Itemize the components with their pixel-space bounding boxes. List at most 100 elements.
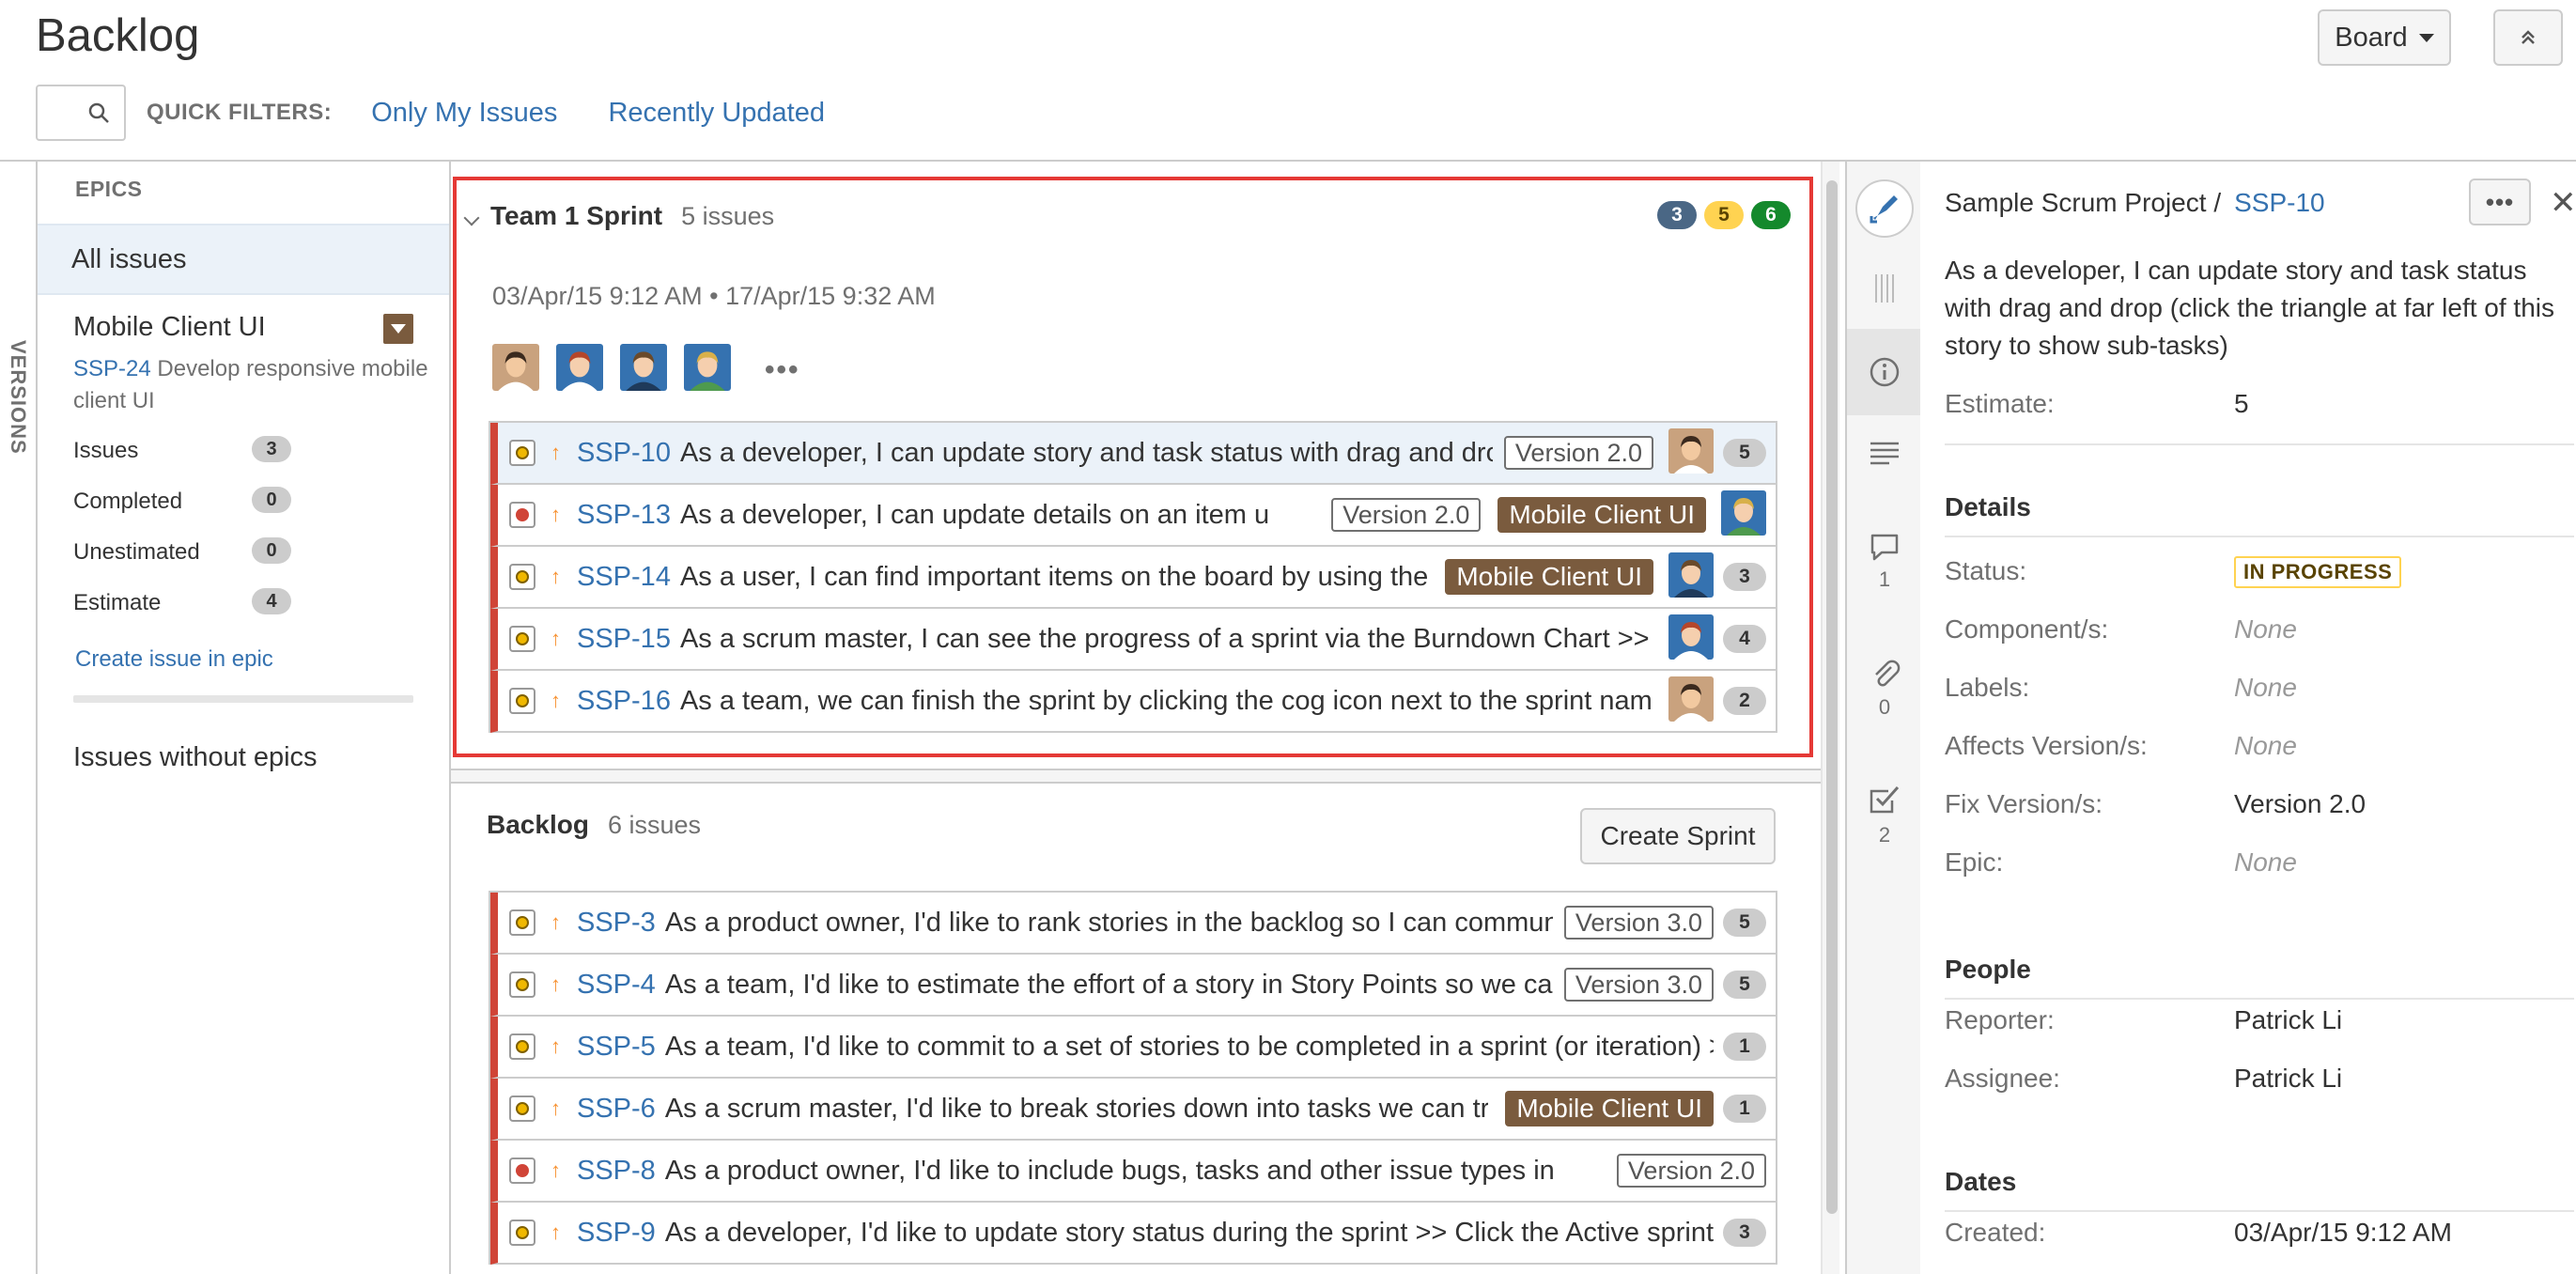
sprint-container: Team 1 Sprint 5 issues 3 5 6 03/Apr/15 9… [453, 177, 1813, 757]
estimate-value[interactable]: 5 [2234, 389, 2249, 419]
rail-comments-tab[interactable]: 1 [1847, 532, 1922, 592]
issue-row[interactable]: ↑ SSP-3 As a product owner, I'd like to ra… [490, 893, 1776, 955]
issue-row[interactable]: ↑ SSP-6 As a scrum master, I'd like to bre… [490, 1079, 1776, 1141]
issue-row[interactable]: ↑ SSP-4 As a team, I'd like to estimate th… [490, 955, 1776, 1017]
status-label: Status: [1945, 556, 2027, 585]
epic-value[interactable]: None [2234, 847, 2297, 878]
backlog-scrollbar[interactable] [1821, 162, 1839, 1274]
comment-count: 1 [1878, 567, 1891, 591]
filter-only-my-issues[interactable]: Only My Issues [371, 98, 557, 129]
sprint-status-pills: 3 5 6 [1657, 201, 1791, 229]
issues-without-epics-filter[interactable]: Issues without epics [73, 742, 318, 773]
rail-description-tab[interactable] [1847, 440, 1922, 468]
story-type-icon [509, 971, 535, 998]
issue-summary: As a developer, I can update story and t… [679, 437, 1493, 468]
issue-key-link[interactable]: SSP-4 [577, 970, 656, 1001]
backlog-main: Team 1 Sprint 5 issues 3 5 6 03/Apr/15 9… [451, 162, 1821, 1274]
epic-description: SSP-24 Develop responsive mobile client … [73, 353, 440, 417]
affects-versions-label: Affects Version/s: [1945, 731, 2148, 760]
close-icon[interactable]: ✕ [2550, 184, 2576, 222]
issue-row[interactable]: ↑ SSP-5 As a team, I'd like to commit to a… [490, 1017, 1776, 1079]
priority-high-icon: ↑ [551, 1220, 561, 1244]
reporter-label: Reporter: [1945, 1005, 2055, 1034]
affects-versions-value[interactable]: None [2234, 731, 2297, 761]
more-actions-button[interactable]: ••• [2469, 179, 2531, 225]
sprint-collapse-icon[interactable] [463, 210, 480, 226]
todo-count-badge: 3 [1657, 201, 1697, 229]
epic-menu-toggle[interactable] [383, 314, 413, 344]
epic-name[interactable]: Mobile Client UI [73, 312, 266, 343]
breadcrumb: Sample Scrum Project / SSP-10 [1945, 188, 2325, 218]
rocket-icon [1855, 179, 1914, 238]
collapse-header-button[interactable] [2493, 9, 2563, 66]
stat-label: Issues [73, 438, 139, 463]
issue-summary[interactable]: As a developer, I can update story and t… [1945, 252, 2565, 365]
paperclip-icon [1875, 660, 1901, 687]
story-type-icon [509, 626, 535, 652]
fix-versions-value[interactable]: Version 2.0 [2234, 789, 2366, 819]
estimate-badge: 2 [1723, 687, 1766, 715]
issue-key-link[interactable]: SSP-13 [577, 500, 671, 531]
rail-details-tab[interactable] [1847, 329, 1922, 415]
issue-key-link[interactable]: SSP-14 [577, 562, 671, 593]
issue-summary: As a product owner, I'd like to include … [664, 1155, 1555, 1186]
issue-key-link[interactable]: SSP-16 [577, 686, 671, 717]
all-issues-filter[interactable]: All issues [38, 224, 449, 295]
assignee-avatar [1668, 427, 1714, 478]
epic-stat-completed: Completed [73, 489, 182, 515]
issue-row[interactable]: ↑ SSP-14 As a user, I can find important i… [490, 547, 1776, 609]
issue-row[interactable]: ↑ SSP-9 As a developer, I'd like to update… [490, 1203, 1776, 1265]
project-avatar[interactable] [1847, 179, 1922, 239]
issue-row[interactable]: ↑ SSP-13 As a developer, I can update deta… [490, 485, 1776, 547]
sprint-assignees: ••• [492, 344, 800, 396]
filter-recently-updated[interactable]: Recently Updated [608, 98, 825, 129]
sprint-issue-list: ↑ SSP-10 As a developer, I can update stor… [489, 421, 1777, 733]
epics-panel: EPICS All issues Mobile Client UI SSP-24… [38, 162, 451, 1274]
rail-attachments-tab[interactable]: 0 [1847, 658, 1922, 720]
scrollbar-thumb[interactable] [1826, 180, 1838, 1214]
rail-subtasks-tab[interactable]: 2 [1847, 784, 1922, 847]
versions-panel-toggle[interactable]: VERSIONS [0, 162, 38, 1274]
assignee-value[interactable]: Patrick Li [2234, 1064, 2342, 1094]
issue-row[interactable]: ↑ SSP-8 As a product owner, I'd like to in… [490, 1141, 1776, 1203]
issue-key-link[interactable]: SSP-10 [2234, 188, 2325, 217]
create-issue-in-epic-link[interactable]: Create issue in epic [75, 646, 273, 673]
grip-icon [1875, 274, 1894, 303]
issue-key-link[interactable]: SSP-5 [577, 1032, 656, 1063]
issue-key-link[interactable]: SSP-9 [577, 1218, 656, 1249]
story-type-icon [509, 1095, 535, 1122]
more-assignees-button[interactable]: ••• [765, 354, 800, 386]
version-lozenge: Version 3.0 [1563, 906, 1714, 940]
drag-handle-icon[interactable] [1847, 272, 1922, 304]
issue-key-link[interactable]: SSP-15 [577, 624, 671, 655]
sprint-name[interactable]: Team 1 Sprint [490, 201, 662, 231]
avatar[interactable] [620, 344, 667, 396]
create-sprint-button[interactable]: Create Sprint [1580, 808, 1776, 864]
issue-key-link[interactable]: SSP-8 [577, 1156, 656, 1187]
stat-label: Completed [73, 489, 183, 514]
issue-key-link[interactable]: SSP-6 [577, 1094, 656, 1125]
avatar[interactable] [492, 344, 539, 396]
issue-key-link[interactable]: SSP-10 [577, 438, 671, 469]
components-value[interactable]: None [2234, 614, 2297, 645]
avatar[interactable] [556, 344, 603, 396]
backlog-header: Backlog 6 issues [487, 810, 701, 840]
section-divider [1945, 1210, 2574, 1212]
search-input[interactable] [36, 85, 126, 141]
created-label: Created: [1945, 1218, 2046, 1247]
issue-row[interactable]: ↑ SSP-10 As a developer, I can update stor… [490, 423, 1776, 485]
project-breadcrumb[interactable]: Sample Scrum Project / [1945, 188, 2221, 217]
story-type-icon [509, 1220, 535, 1246]
issue-row[interactable]: ↑ SSP-15 As a scrum master, I can see the … [490, 609, 1776, 671]
issue-row[interactable]: ↑ SSP-16 As a team, we can finish the spri… [490, 671, 1776, 733]
avatar[interactable] [684, 344, 731, 396]
epic-key-link[interactable]: SSP-24 [73, 356, 151, 381]
estimate-badge: 5 [1723, 439, 1766, 467]
sprint-issue-count: 5 issues [681, 202, 775, 230]
board-dropdown-button[interactable]: Board [2318, 9, 2451, 66]
version-lozenge: Version 2.0 [1616, 1154, 1766, 1188]
labels-value[interactable]: None [2234, 673, 2297, 703]
reporter-value[interactable]: Patrick Li [2234, 1005, 2342, 1035]
issue-key-link[interactable]: SSP-3 [577, 908, 656, 939]
issue-summary: As a developer, I can update details on … [679, 499, 1270, 530]
